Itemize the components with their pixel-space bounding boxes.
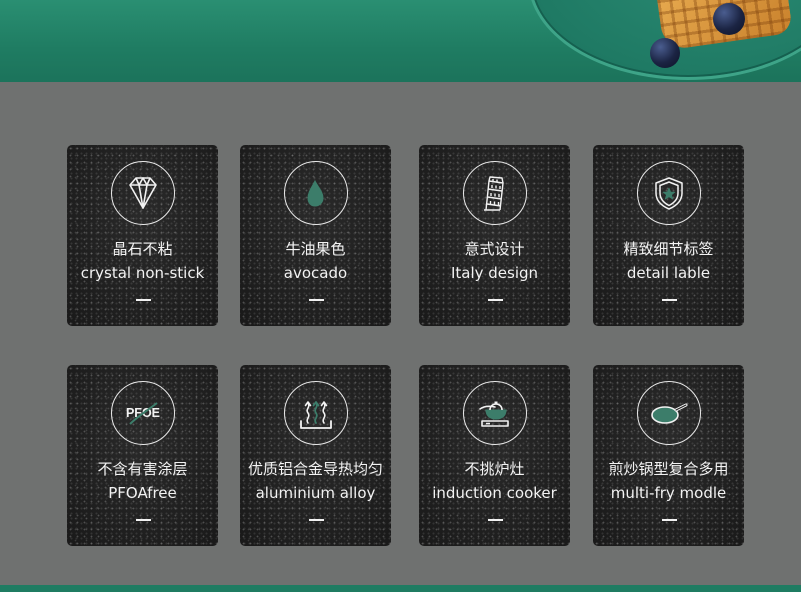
feature-title-zh: 优质铝合金导热均匀 xyxy=(247,460,383,478)
blueberry-image xyxy=(713,3,745,35)
star-shield-icon xyxy=(636,161,701,225)
pan-on-cooktop-icon xyxy=(462,381,527,445)
divider xyxy=(308,299,324,301)
top-banner xyxy=(0,0,801,82)
divider xyxy=(308,519,324,521)
blueberry-image xyxy=(650,38,680,68)
leaning-tower-icon xyxy=(462,161,527,225)
heat-waves-icon xyxy=(283,381,348,445)
feature-title-zh: 不挑炉灶 xyxy=(464,460,525,478)
feature-title-en: avocado xyxy=(283,264,348,282)
feature-title-en: induction cooker xyxy=(432,484,557,502)
feature-card-avocado: 牛油果色 avocado xyxy=(240,145,391,326)
feature-title-zh: 意式设计 xyxy=(464,240,525,258)
feature-card-crystal: 晶石不粘 crystal non-stick xyxy=(67,145,218,326)
feature-card-pfoa-free: PFOE 不含有害涂层 PFOAfree xyxy=(67,365,218,546)
frying-pan-icon xyxy=(636,381,701,445)
feature-card-aluminium-alloy: 优质铝合金导热均匀 aluminium alloy xyxy=(240,365,391,546)
divider xyxy=(661,519,677,521)
bottom-banner-edge xyxy=(0,585,801,592)
feature-title-zh: 精致细节标签 xyxy=(623,240,714,258)
feature-card-multi-fry: 煎炒锅型复合多用 multi-fry modle xyxy=(593,365,744,546)
divider xyxy=(487,299,503,301)
feature-title-en: Italy design xyxy=(450,264,539,282)
feature-title-en: crystal non-stick xyxy=(80,264,205,282)
feature-title-zh: 牛油果色 xyxy=(285,240,346,258)
diamond-icon xyxy=(110,161,175,225)
feature-title-en: detail lable xyxy=(626,264,711,282)
divider xyxy=(487,519,503,521)
feature-title-zh: 不含有害涂层 xyxy=(97,460,188,478)
feature-card-italy-design: 意式设计 Italy design xyxy=(419,145,570,326)
divider xyxy=(135,519,151,521)
feature-title-en: aluminium alloy xyxy=(255,484,376,502)
pfoe-icon: PFOE xyxy=(110,381,175,445)
feature-title-en: multi-fry modle xyxy=(610,484,727,502)
divider xyxy=(661,299,677,301)
feature-title-en: PFOAfree xyxy=(108,484,177,502)
divider xyxy=(135,299,151,301)
feature-title-zh: 晶石不粘 xyxy=(112,240,173,258)
feature-card-detail-label: 精致细节标签 detail lable xyxy=(593,145,744,326)
feature-title-zh: 煎炒锅型复合多用 xyxy=(608,460,729,478)
droplet-icon xyxy=(283,161,348,225)
feature-card-induction-cooker: 不挑炉灶 induction cooker xyxy=(419,365,570,546)
